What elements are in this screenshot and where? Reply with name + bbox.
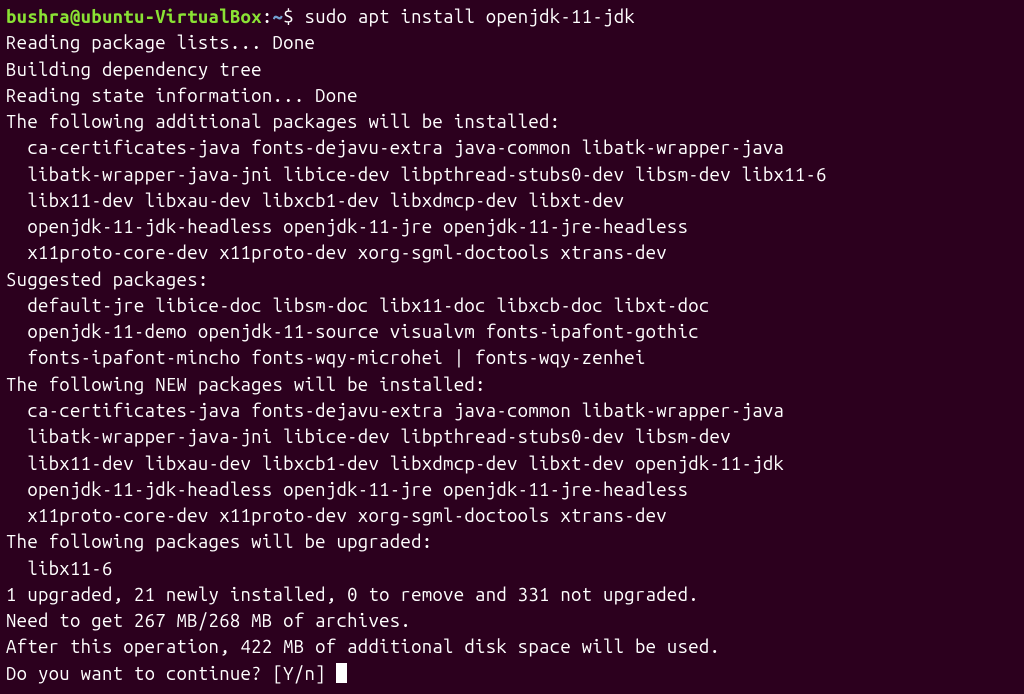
- output-line: Reading state information... Done: [6, 83, 1018, 109]
- output-line: Reading package lists... Done: [6, 30, 1018, 56]
- output-line: libx11-6: [6, 556, 1018, 582]
- output-line: fonts-ipafont-mincho fonts-wqy-microhei …: [6, 345, 1018, 371]
- output-line: openjdk-11-demo openjdk-11-source visual…: [6, 319, 1018, 345]
- output-line: libx11-dev libxau-dev libxcb1-dev libxdm…: [6, 188, 1018, 214]
- prompt-path: ~: [273, 7, 284, 27]
- command-text: sudo apt install openjdk-11-jdk: [305, 7, 635, 27]
- output-line: default-jre libice-doc libsm-doc libx11-…: [6, 293, 1018, 319]
- output-line: Building dependency tree: [6, 57, 1018, 83]
- output-line: ca-certificates-java fonts-dejavu-extra …: [6, 135, 1018, 161]
- output-line: After this operation, 422 MB of addition…: [6, 634, 1018, 660]
- output-line: The following additional packages will b…: [6, 109, 1018, 135]
- output-line: libatk-wrapper-java-jni libice-dev libpt…: [6, 162, 1018, 188]
- cursor-icon: [336, 663, 347, 683]
- prompt-at: @: [70, 7, 81, 27]
- output-line: libx11-dev libxau-dev libxcb1-dev libxdm…: [6, 451, 1018, 477]
- output-line: ca-certificates-java fonts-dejavu-extra …: [6, 398, 1018, 424]
- output-line: openjdk-11-jdk-headless openjdk-11-jre o…: [6, 477, 1018, 503]
- output-line: openjdk-11-jdk-headless openjdk-11-jre o…: [6, 214, 1018, 240]
- output-line: x11proto-core-dev x11proto-dev xorg-sgml…: [6, 240, 1018, 266]
- output-line: libatk-wrapper-java-jni libice-dev libpt…: [6, 424, 1018, 450]
- confirm-text: Do you want to continue? [Y/n]: [6, 664, 336, 684]
- prompt-user: bushra: [6, 7, 70, 27]
- output-line: The following NEW packages will be insta…: [6, 372, 1018, 398]
- output-line: 1 upgraded, 21 newly installed, 0 to rem…: [6, 582, 1018, 608]
- prompt-host: ubuntu-VirtualBox: [81, 7, 262, 27]
- prompt-confirm-line[interactable]: Do you want to continue? [Y/n]: [6, 661, 1018, 687]
- output-line: Need to get 267 MB/268 MB of archives.: [6, 608, 1018, 634]
- output-line: Suggested packages:: [6, 267, 1018, 293]
- prompt-dollar: $: [283, 7, 304, 27]
- output-line: x11proto-core-dev x11proto-dev xorg-sgml…: [6, 503, 1018, 529]
- terminal-prompt-line: bushra@ubuntu-VirtualBox:~$ sudo apt ins…: [6, 4, 1018, 30]
- output-line: The following packages will be upgraded:: [6, 529, 1018, 555]
- prompt-separator: :: [262, 7, 273, 27]
